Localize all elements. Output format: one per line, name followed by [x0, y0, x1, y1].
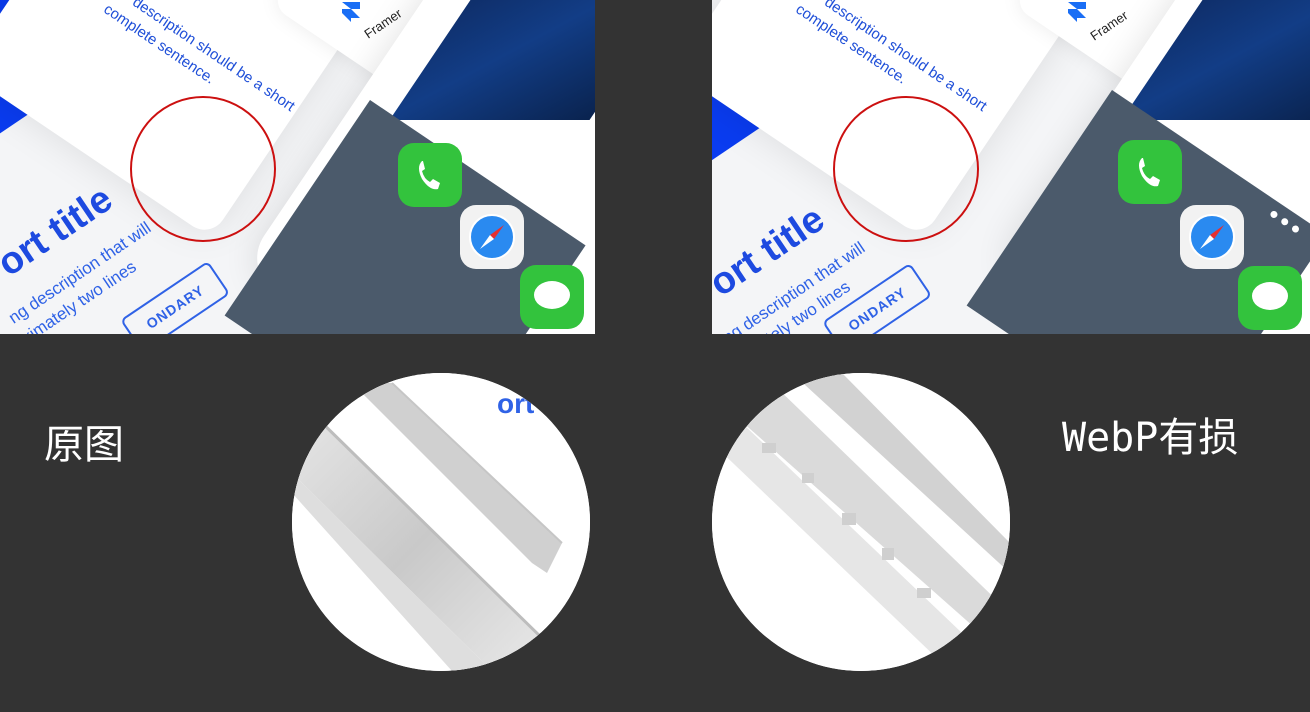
- zoom-partial-title: ort: [497, 388, 534, 419]
- highlight-circle: [833, 96, 979, 242]
- phone-app-icon[interactable]: [398, 143, 462, 207]
- speech-bubble-icon: [534, 281, 570, 309]
- ui-mockup-scene: description should be a short complete s…: [0, 0, 595, 334]
- ui-mockup-scene: description should be a short complete s…: [712, 0, 1310, 334]
- framer-logo-icon: [1068, 2, 1086, 22]
- original-caption: 原图: [44, 422, 124, 468]
- messages-app-icon[interactable]: [520, 265, 584, 329]
- original-image-panel: description should be a short complete s…: [0, 0, 595, 334]
- phone-app-icon[interactable]: [1118, 140, 1182, 204]
- compass-icon: [1189, 214, 1235, 260]
- highlight-circle: [130, 96, 276, 242]
- webp-image-panel: description should be a short complete s…: [712, 0, 1310, 334]
- messages-app-icon[interactable]: [1238, 266, 1302, 330]
- webp-zoom-circle: [712, 373, 1010, 671]
- original-zoom-image: ort: [292, 373, 590, 671]
- webp-zoom-image: [712, 373, 1010, 671]
- phone-glyph-icon: [419, 161, 440, 190]
- speech-bubble-icon: [1252, 282, 1288, 310]
- safari-app-icon[interactable]: [460, 205, 524, 269]
- safari-app-icon[interactable]: [1180, 205, 1244, 269]
- original-zoom-circle: ort: [292, 373, 590, 671]
- phone-glyph-icon: [1139, 158, 1160, 187]
- compass-icon: [469, 214, 515, 260]
- webp-caption: WebP有损: [1062, 415, 1239, 461]
- framer-logo-icon: [342, 2, 360, 22]
